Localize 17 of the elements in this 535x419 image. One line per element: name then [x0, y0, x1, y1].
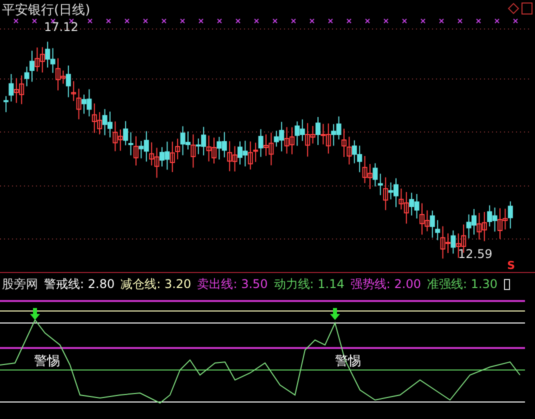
legend-item: 减仓线: 3.20 [120, 276, 192, 292]
diamond-icon[interactable] [508, 2, 520, 14]
high-price-label: 17.12 [44, 20, 78, 34]
legend-item: 动力线: 1.14 [274, 276, 344, 292]
legend-item: 警戒线: 2.80 [44, 276, 115, 292]
bar-icon [504, 278, 510, 290]
chart-title: 平安银行(日线) [2, 2, 90, 19]
alert-label: 警惕 [34, 353, 60, 370]
down-arrow-icon [330, 308, 340, 320]
legend-item: 卖出线: 3.50 [197, 276, 268, 292]
down-arrow-icon [30, 308, 40, 320]
panel-icon[interactable] [522, 2, 532, 14]
indicator-name: 股旁网 [2, 276, 38, 292]
legend-item: 强势线: 2.00 [350, 276, 421, 292]
low-price-label: 12.59 [458, 247, 492, 261]
signal-marker: S [507, 259, 515, 272]
legend-item: 准强线: 1.30 [426, 276, 498, 292]
